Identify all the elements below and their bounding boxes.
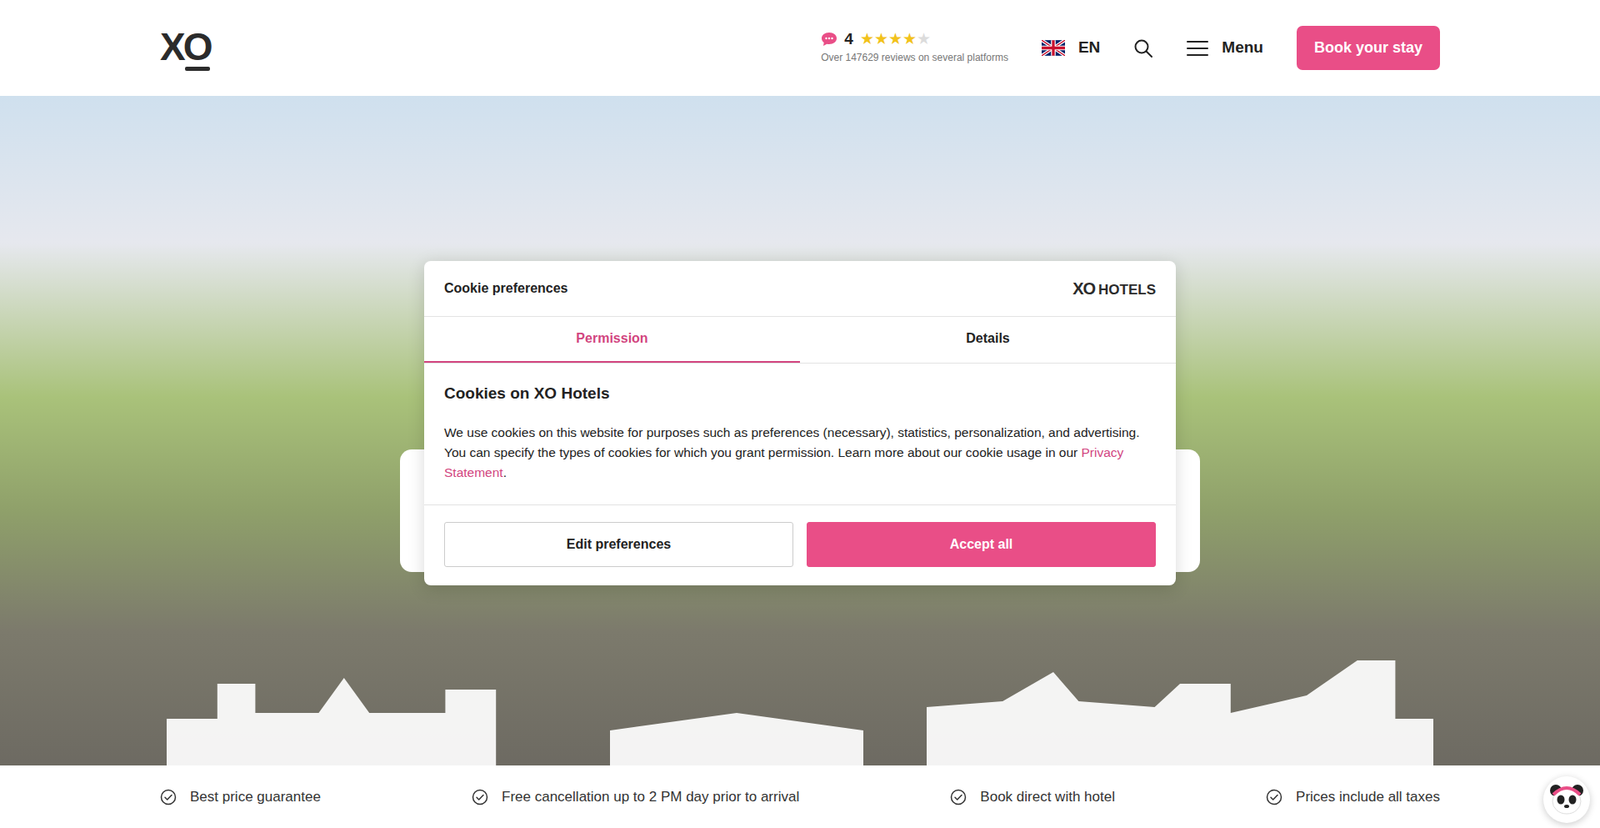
dialog-tabs: PermissionDetails <box>424 316 1176 364</box>
usp-text: Book direct with hotel <box>980 785 1115 808</box>
dialog-tab[interactable]: Details <box>800 316 1176 363</box>
dialog-title: Cookie preferences <box>444 278 569 299</box>
usp-item: Prices include all taxes <box>1265 785 1440 808</box>
uk-flag-icon <box>1041 40 1065 56</box>
brand-word: HOTELS <box>1098 281 1156 298</box>
brand-logo: XOHOTELS <box>1072 275 1156 301</box>
review-bubble-icon <box>820 31 838 47</box>
dialog-heading: Cookies on XO Hotels <box>444 381 1156 406</box>
menu-label: Menu <box>1221 35 1264 60</box>
book-stay-button[interactable]: Book your stay <box>1296 25 1440 70</box>
site-logo[interactable]: XO <box>160 27 210 70</box>
rating-stars: ★★★★★ <box>860 30 931 47</box>
usp-item: Free cancellation up to 2 PM day prior t… <box>471 785 800 808</box>
search-icon[interactable] <box>1133 38 1154 59</box>
usp-text: Prices include all taxes <box>1295 785 1440 808</box>
usp-item: Book direct with hotel <box>950 785 1115 808</box>
rating-score: 4 <box>844 30 854 47</box>
check-circle-icon <box>1265 788 1283 805</box>
site-header: XO 4 ★★★★★ Over 147629 reviews on severa… <box>0 0 1600 96</box>
star-icon: ★ <box>860 30 875 47</box>
dialog-body-end: . <box>503 465 507 480</box>
cookie-dialog: Cookie preferences XOHOTELS PermissionDe… <box>424 260 1176 585</box>
edit-preferences-button[interactable]: Edit preferences <box>444 521 794 567</box>
review-count: Over 147629 reviews on several platforms <box>820 50 1009 65</box>
star-icon: ★ <box>874 30 889 47</box>
accept-all-button[interactable]: Accept all <box>806 521 1156 567</box>
usp-text: Free cancellation up to 2 PM day prior t… <box>501 785 800 808</box>
check-circle-icon <box>471 788 489 805</box>
star-icon: ★ <box>902 30 917 47</box>
dialog-text: We use cookies on this website for purpo… <box>444 422 1156 483</box>
check-circle-icon <box>160 788 177 805</box>
hero-image: Cookie preferences XOHOTELS PermissionDe… <box>0 95 1600 765</box>
star-icon: ★ <box>916 30 931 47</box>
skyline-illustration <box>166 648 1434 765</box>
brand-mark: XO <box>1072 279 1095 298</box>
menu-toggle[interactable]: Menu <box>1186 35 1264 60</box>
hamburger-icon <box>1186 40 1209 57</box>
panda-icon <box>1548 782 1585 816</box>
star-icon: ★ <box>888 30 903 47</box>
usp-text: Best price guarantee <box>190 785 321 808</box>
chat-launcher[interactable] <box>1543 775 1590 823</box>
usp-strip: Best price guarantee Free cancellation up… <box>0 765 1600 828</box>
check-circle-icon <box>950 788 967 805</box>
usp-item: Best price guarantee <box>160 785 321 808</box>
dialog-body: We use cookies on this website for purpo… <box>444 425 1140 460</box>
language-switch[interactable]: EN <box>1041 35 1100 60</box>
dialog-tab[interactable]: Permission <box>424 316 800 363</box>
rating-summary[interactable]: 4 ★★★★★ Over 147629 reviews on several p… <box>820 30 1009 65</box>
language-label: EN <box>1078 35 1100 60</box>
